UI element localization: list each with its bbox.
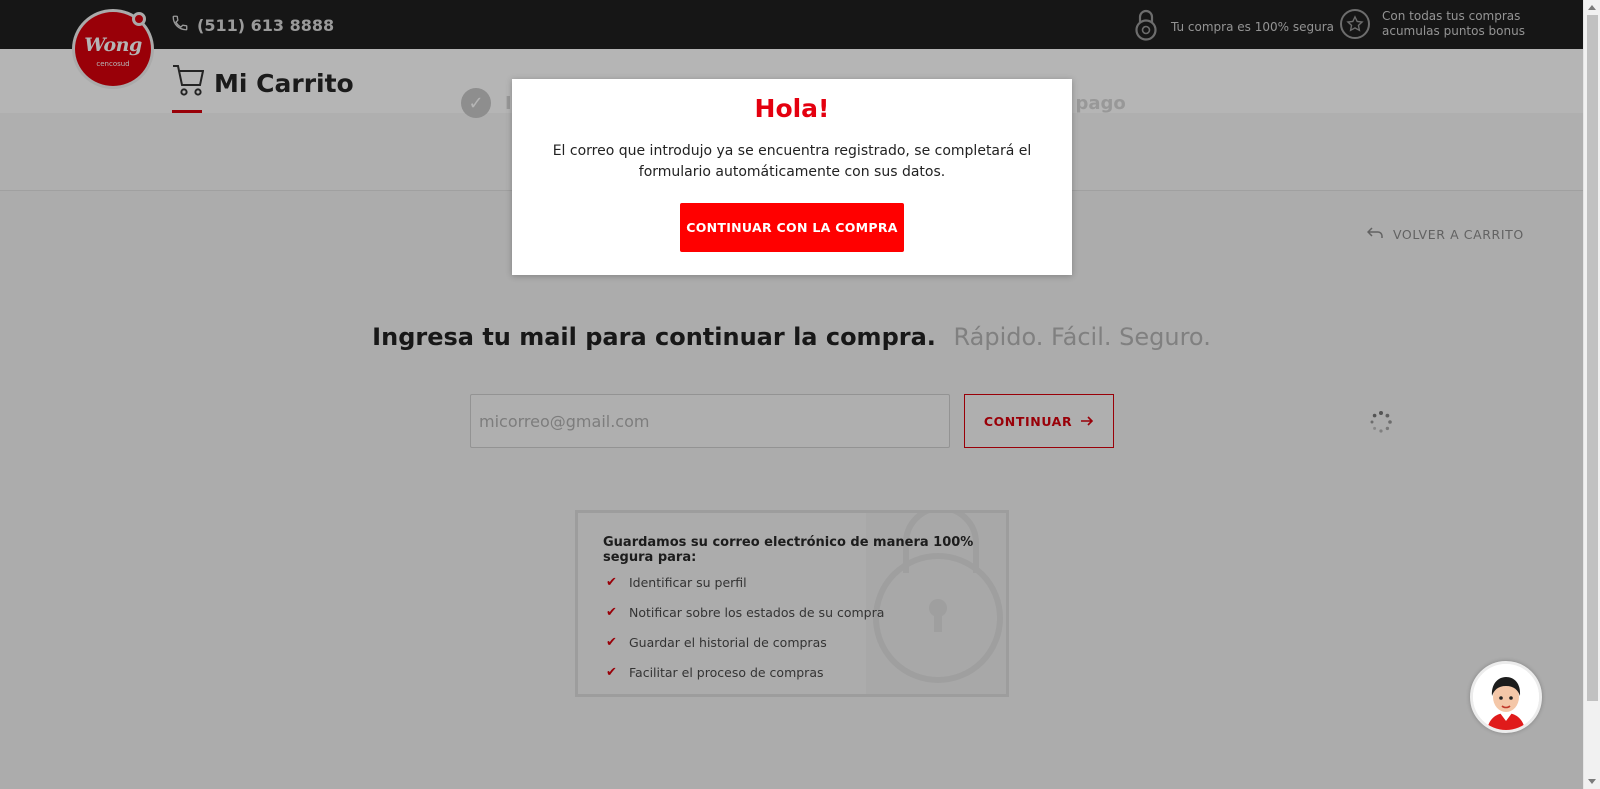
vertical-scrollbar[interactable] [1583,0,1600,789]
modal-message: El correo que introdujo ya se encuentra … [552,143,1032,180]
assistant-avatar-icon [1473,664,1539,730]
continue-purchase-button[interactable]: CONTINUAR CON LA COMPRA [680,203,904,252]
scroll-up-arrow-icon[interactable] [1588,5,1596,10]
scrollbar-thumb[interactable] [1587,15,1598,701]
modal-title: Hola! [754,94,830,123]
registered-email-modal: Hola! El correo que introdujo ya se encu… [512,79,1072,275]
chat-assistant-button[interactable] [1470,661,1542,733]
scroll-down-arrow-icon[interactable] [1588,779,1596,784]
